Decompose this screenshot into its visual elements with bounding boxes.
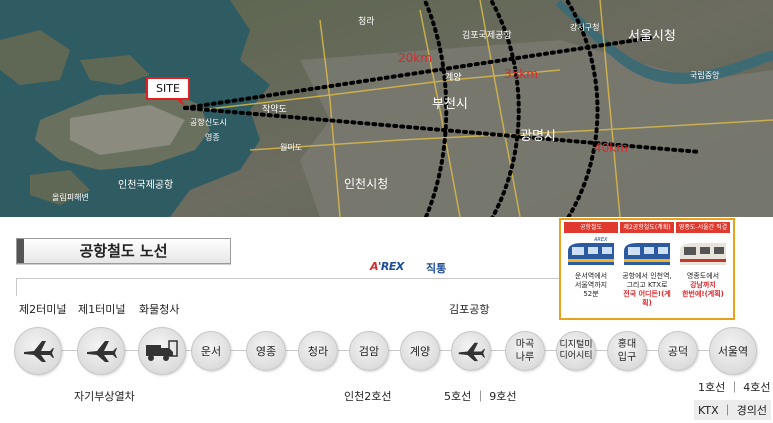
station-gimpo[interactable] [451, 331, 491, 371]
place-bucheon: 부천시 [432, 97, 468, 112]
station-gyeyang[interactable]: 계양 [400, 331, 440, 371]
promo-arex-line1: 운서역에서 [574, 272, 608, 280]
station-geomam[interactable]: 검암 [349, 331, 389, 371]
express-line [16, 278, 618, 279]
train-icon [624, 243, 670, 265]
station-hongik-label: 홍대입구 [617, 339, 637, 363]
label-cargo: 화물청사 [139, 303, 180, 316]
place-seoul: 서울시청 [628, 29, 676, 44]
place-yeongjong: 영종 [205, 132, 220, 142]
promo-gangnam: 영종도-서울간 직결(계획) 영종도에서 강남까지 한번에!(계획) [676, 222, 730, 314]
station-terminal1[interactable] [77, 327, 125, 375]
cargo-truck-icon [146, 340, 178, 361]
train-promo-panel: 공항철도 AREX 운서역에서 서울역까지 52분 제2공항철도(계획) 공항에… [559, 218, 735, 320]
transfer-gimpo-lines: 5호선 ｜ 9호선 [444, 390, 517, 403]
place-gwangmyeong: 광명시 [520, 129, 556, 144]
station-unseo[interactable]: 운서 [191, 331, 231, 371]
station-cheongna[interactable]: 청라 [298, 331, 338, 371]
promo-gangnam-caption: 영종도-서울간 직결(계획) [676, 222, 730, 242]
place-incheon: 인천시청 [344, 176, 388, 191]
place-airport-city: 공항신도시 [190, 118, 227, 127]
station-terminal2[interactable] [14, 327, 62, 375]
airplane-icon [458, 342, 485, 361]
site-marker-label: SITE [146, 77, 190, 100]
station-yeongjong[interactable]: 영종 [246, 331, 286, 371]
transfer-incheon2: 인천2호선 [344, 390, 392, 403]
transfer-seoul-lines-2: KTX ｜ 경의선 [694, 400, 771, 420]
route-title: 공항철도 노선 [79, 242, 168, 260]
transfer-maglev: 자기부상열차 [74, 390, 135, 403]
route-title-bar: 공항철도 노선 [16, 238, 231, 264]
label-gimpo: 김포공항 [449, 303, 490, 316]
station-magok-label: 마곡나루 [515, 339, 535, 363]
place-gyeyang: 계양 [445, 71, 462, 83]
promo-gangnam-line1: 영종도에서 [686, 272, 720, 280]
promo-gangnam-line2: 강남까지 [690, 281, 716, 289]
train-icon [680, 243, 726, 265]
promo-arex-line2: 서울역까지 [574, 281, 608, 289]
tick-start [16, 278, 17, 296]
train-icon: AREX [568, 237, 614, 265]
place-jeonggok: 국립중앙 [690, 70, 720, 80]
transfer-seoul-lines-1: 1호선 ｜ 4호선 [698, 381, 771, 394]
promo-arex-logo: AREX [593, 237, 608, 243]
place-gangseo: 강서구청 [570, 22, 599, 32]
map-canvas: 20km 35km 40km 서울시청 부천시 광명시 인천시청 인천국제공항 … [0, 0, 773, 217]
airplane-icon [24, 341, 54, 362]
label-terminal1: 제1터미널 [78, 303, 126, 316]
promo-arex-line3: 52분 [583, 290, 599, 298]
ring-label-40km: 40km [594, 141, 628, 155]
promo-arex-text: 운서역에서 서울역까지 52분 [564, 272, 618, 299]
place-ollyeom: 올림피해변 [52, 192, 89, 202]
station-hongik[interactable]: 홍대입구 [607, 331, 647, 371]
promo-ktx-line2: 그리고 KTX로 [626, 281, 668, 289]
station-cargo[interactable] [138, 327, 186, 375]
promo-ktx-line1: 공항에서 인천역, [622, 272, 672, 280]
label-terminal2: 제2터미널 [19, 303, 67, 316]
airplane-icon [87, 341, 117, 362]
station-dmc-label: 디지털미디어시티 [559, 340, 593, 361]
place-wolmido: 월미도 [280, 142, 302, 152]
promo-ktx-caption: 제2공항철도(계획) [620, 222, 674, 233]
promo-ktx: 제2공항철도(계획) 공항에서 인천역, 그리고 KTX로 전국 어디든!(계획… [620, 222, 674, 314]
arex-logo: A'REX [370, 260, 404, 273]
station-gongdeok[interactable]: 공덕 [658, 331, 698, 371]
station-magok[interactable]: 마곡나루 [505, 331, 545, 371]
promo-arex-caption: 공항철도 [564, 222, 618, 233]
ring-label-20km: 20km [398, 51, 432, 65]
arex-express-text: 직통 [426, 262, 447, 275]
promo-arex: 공항철도 AREX 운서역에서 서울역까지 52분 [564, 222, 618, 314]
place-gimpo: 김포국제공항 [462, 29, 512, 41]
place-jakyakdo: 작약도 [262, 103, 287, 115]
place-cheongna: 청라 [358, 16, 375, 27]
promo-ktx-text: 공항에서 인천역, 그리고 KTX로 전국 어디든!(계획) [620, 272, 674, 308]
ring-label-35km: 35km [504, 67, 538, 81]
place-airport: 인천국제공항 [118, 179, 173, 191]
promo-ktx-line3: 전국 어디든!(계획) [623, 290, 671, 307]
station-dmc[interactable]: 디지털미디어시티 [556, 331, 596, 371]
station-seoul[interactable]: 서울역 [709, 327, 757, 375]
promo-gangnam-line3: 한번에!(계획) [682, 290, 724, 298]
aerial-map: 20km 35km 40km 서울시청 부천시 광명시 인천시청 인천국제공항 … [0, 0, 773, 217]
arex-express-label: A'REX 직통 [370, 260, 480, 275]
promo-gangnam-text: 영종도에서 강남까지 한번에!(계획) [676, 272, 730, 299]
